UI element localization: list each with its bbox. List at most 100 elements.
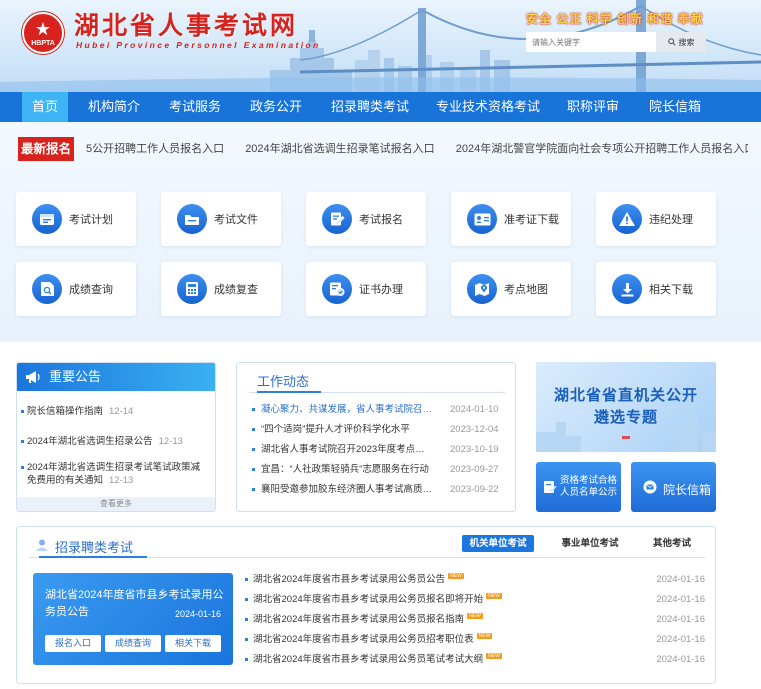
announcement-item[interactable]: 院长信箱操作指南 12-14 bbox=[21, 405, 207, 418]
director-mailbox-button[interactable]: 院长信箱 bbox=[631, 462, 716, 512]
search-button-label: 搜索 bbox=[678, 37, 695, 47]
user-icon bbox=[36, 539, 48, 551]
featured-recruitment-card[interactable]: 湖北省2024年度省市县乡考试录用公务员公告 2024-01-16 报名入口 成… bbox=[33, 573, 233, 665]
service-exam-plan[interactable]: 考试计划 bbox=[16, 192, 136, 246]
megaphone-icon bbox=[26, 371, 40, 383]
banner-title-line2: 遴选专题 bbox=[593, 409, 658, 426]
calculator-icon bbox=[177, 274, 207, 304]
new-badge: NEW bbox=[486, 593, 502, 599]
service-label: 考试报名 bbox=[359, 214, 403, 226]
search-button[interactable]: 搜索 bbox=[656, 32, 706, 52]
registration-link[interactable]: 2024年湖北省选调生招录笔试报名入口 bbox=[245, 143, 434, 155]
recruitment-divider bbox=[29, 556, 705, 558]
nav-item-title-review[interactable]: 职称评审 bbox=[558, 92, 628, 122]
nav-item-director-mailbox[interactable]: 院长信箱 bbox=[640, 92, 710, 122]
work-news-item[interactable]: 湖北省人事考试院召开2023年度考点学校座谈会2023-10-19 bbox=[252, 443, 511, 456]
work-news-title: 工作动态 bbox=[257, 374, 310, 389]
nav-item-gov-affairs[interactable]: 政务公开 bbox=[243, 92, 309, 122]
new-badge: NEW bbox=[467, 613, 483, 619]
registration-marquee: 5公开招聘工作人员报名入口 2024年湖北省选调生招录笔试报名入口 2024年湖… bbox=[86, 137, 748, 161]
service-label: 相关下载 bbox=[649, 284, 693, 296]
warning-icon bbox=[612, 204, 642, 234]
announcement-item[interactable]: 2024年湖北省选调生招录公告 12-13 bbox=[21, 435, 207, 448]
star-icon: ★ bbox=[34, 19, 52, 39]
service-exam-site-map[interactable]: 考点地图 bbox=[451, 262, 571, 316]
score-inquiry-button[interactable]: 成绩查询 bbox=[105, 635, 161, 652]
edit-icon bbox=[322, 204, 352, 234]
nav-item-home[interactable]: 首页 bbox=[22, 92, 68, 122]
recruitment-list-item[interactable]: 湖北省2024年度省市县乡考试录用公务员报名指南 NEW 2024-01-16 bbox=[245, 613, 705, 626]
director-mailbox-label: 院长信箱 bbox=[663, 483, 712, 497]
qualified-list-button[interactable]: 资格考试合格人员名单公示 bbox=[536, 462, 621, 512]
service-certificate-processing[interactable]: 证书办理 bbox=[306, 262, 426, 316]
search-input[interactable] bbox=[526, 32, 656, 52]
announcements-header: 重要公告 bbox=[17, 363, 215, 391]
recruitment-list-item[interactable]: 湖北省2024年度省市县乡考试录用公务员公告 NEW 2024-01-16 bbox=[245, 573, 705, 586]
recruitment-exams-panel: 招录聘类考试 机关单位考试 事业单位考试 其他考试 湖北省2024年度省市县乡考… bbox=[16, 526, 716, 684]
service-violation-handling[interactable]: 违纪处理 bbox=[596, 192, 716, 246]
service-label: 考试文件 bbox=[214, 214, 258, 226]
recruitment-list-item[interactable]: 湖北省2024年度省市县乡考试录用公务员笔试考试大纲 NEW 2024-01-16 bbox=[245, 653, 705, 666]
work-news-item[interactable]: 宜昌：“人社政策轻骑兵”志愿服务在行动 2023-09-27 bbox=[252, 463, 511, 476]
mail-icon bbox=[643, 480, 657, 494]
service-label: 成绩复查 bbox=[214, 284, 258, 296]
service-exam-documents[interactable]: 考试文件 bbox=[161, 192, 281, 246]
tab-other-exams[interactable]: 其他考试 bbox=[647, 535, 697, 552]
search-doc-icon bbox=[32, 274, 62, 304]
service-admission-ticket-download[interactable]: 准考证下载 bbox=[451, 192, 571, 246]
related-downloads-button[interactable]: 相关下载 bbox=[165, 635, 221, 652]
latest-registration-bar: 最新报名 5公开招聘工作人员报名入口 2024年湖北省选调生招录笔试报名入口 2… bbox=[18, 137, 748, 161]
announcements-more-link[interactable]: 查看更多 bbox=[17, 497, 215, 511]
site-header: ★ HBPTA 湖北省人事考试网 Hubei Province Personne… bbox=[0, 0, 761, 92]
new-badge: NEW bbox=[486, 653, 502, 659]
service-score-inquiry[interactable]: 成绩查询 bbox=[16, 262, 136, 316]
announcement-item[interactable]: 2024年湖北省选调生招录考试笔试政策减免费用的有关通知 12-13 bbox=[21, 461, 207, 487]
service-label: 考试计划 bbox=[69, 214, 113, 226]
work-news-item[interactable]: “四个适岗”提升人才评价科学化水平 2023-12-04 bbox=[252, 423, 511, 436]
site-subtitle: Hubei Province Personnel Examination bbox=[76, 40, 321, 50]
tab-government-exams[interactable]: 机关单位考试 bbox=[462, 535, 534, 552]
calendar-icon bbox=[32, 204, 62, 234]
nav-item-professional-qualification[interactable]: 专业技术资格考试 bbox=[428, 92, 548, 122]
qualified-list-label: 资格考试合格人员名单公示 bbox=[560, 475, 618, 498]
nav-item-exam-services[interactable]: 考试服务 bbox=[162, 92, 228, 122]
service-exam-registration[interactable]: 考试报名 bbox=[306, 192, 426, 246]
registration-link[interactable]: 5公开招聘工作人员报名入口 bbox=[86, 143, 224, 155]
tab-public-institution-exams[interactable]: 事业单位考试 bbox=[557, 535, 623, 552]
announcements-title: 重要公告 bbox=[49, 369, 102, 384]
service-label: 准考证下载 bbox=[504, 214, 559, 226]
selection-topic-banner[interactable]: 湖北省省直机关公开 遴选专题 bbox=[536, 362, 716, 452]
nav-item-about[interactable]: 机构简介 bbox=[78, 92, 150, 122]
featured-recruitment-date: 2024-01-16 bbox=[174, 609, 221, 619]
new-badge: NEW bbox=[476, 633, 493, 639]
nav-item-recruitment-exams[interactable]: 招录聘类考试 bbox=[322, 92, 418, 122]
banner-title-line1: 湖北省省直机关公开 bbox=[553, 387, 698, 404]
recruitment-list-item[interactable]: 湖北省2024年度省市县乡考试录用公务员报名即将开始 NEW 2024-01-16 bbox=[245, 593, 705, 606]
site-logo-emblem[interactable]: ★ HBPTA bbox=[22, 12, 64, 54]
registration-link[interactable]: 2024年湖北警官学院面向社会专项公开招聘工作人员报名入口 bbox=[456, 143, 748, 155]
service-label: 违纪处理 bbox=[649, 214, 693, 226]
important-announcements-panel: 重要公告 院长信箱操作指南 12-14 2024年湖北省选调生招录公告 12-13 … bbox=[16, 362, 216, 512]
site-title[interactable]: 湖北省人事考试网 bbox=[74, 12, 298, 40]
folder-icon bbox=[177, 204, 207, 234]
service-label: 考点地图 bbox=[504, 284, 548, 296]
site-slogan: 安全 公正 科学 创新 和谐 奉献 bbox=[526, 12, 704, 26]
id-card-icon bbox=[467, 204, 497, 234]
list-check-icon bbox=[544, 481, 557, 493]
work-news-item[interactable]: 襄阳受邀参加胶东经济圈人事考试高质量发展会议2023-09-22 bbox=[252, 483, 511, 496]
service-related-downloads[interactable]: 相关下载 bbox=[596, 262, 716, 316]
work-news-panel: 工作动态 凝心聚力、共谋发展，省人事考试院召开2024年工作会议2024-01-… bbox=[236, 362, 516, 512]
logo-abbreviation: HBPTA bbox=[31, 40, 55, 47]
certificate-icon bbox=[322, 274, 352, 304]
recruitment-list-item[interactable]: 湖北省2024年度省市县乡考试录用公务员招考职位表 NEW 2024-01-16 bbox=[245, 633, 705, 646]
recruitment-title: 招录聘类考试 bbox=[55, 540, 134, 555]
work-news-item[interactable]: 凝心聚力、共谋发展，省人事考试院召开2024年工作会议2024-01-10 bbox=[252, 403, 511, 416]
search-icon bbox=[667, 38, 676, 46]
new-badge: NEW bbox=[448, 573, 464, 579]
latest-registration-tag: 最新报名 bbox=[18, 137, 74, 161]
registration-entry-button[interactable]: 报名入口 bbox=[45, 635, 101, 652]
service-label: 证书办理 bbox=[359, 284, 403, 296]
download-icon bbox=[612, 274, 642, 304]
service-score-review[interactable]: 成绩复查 bbox=[161, 262, 281, 316]
work-news-divider bbox=[249, 391, 505, 393]
